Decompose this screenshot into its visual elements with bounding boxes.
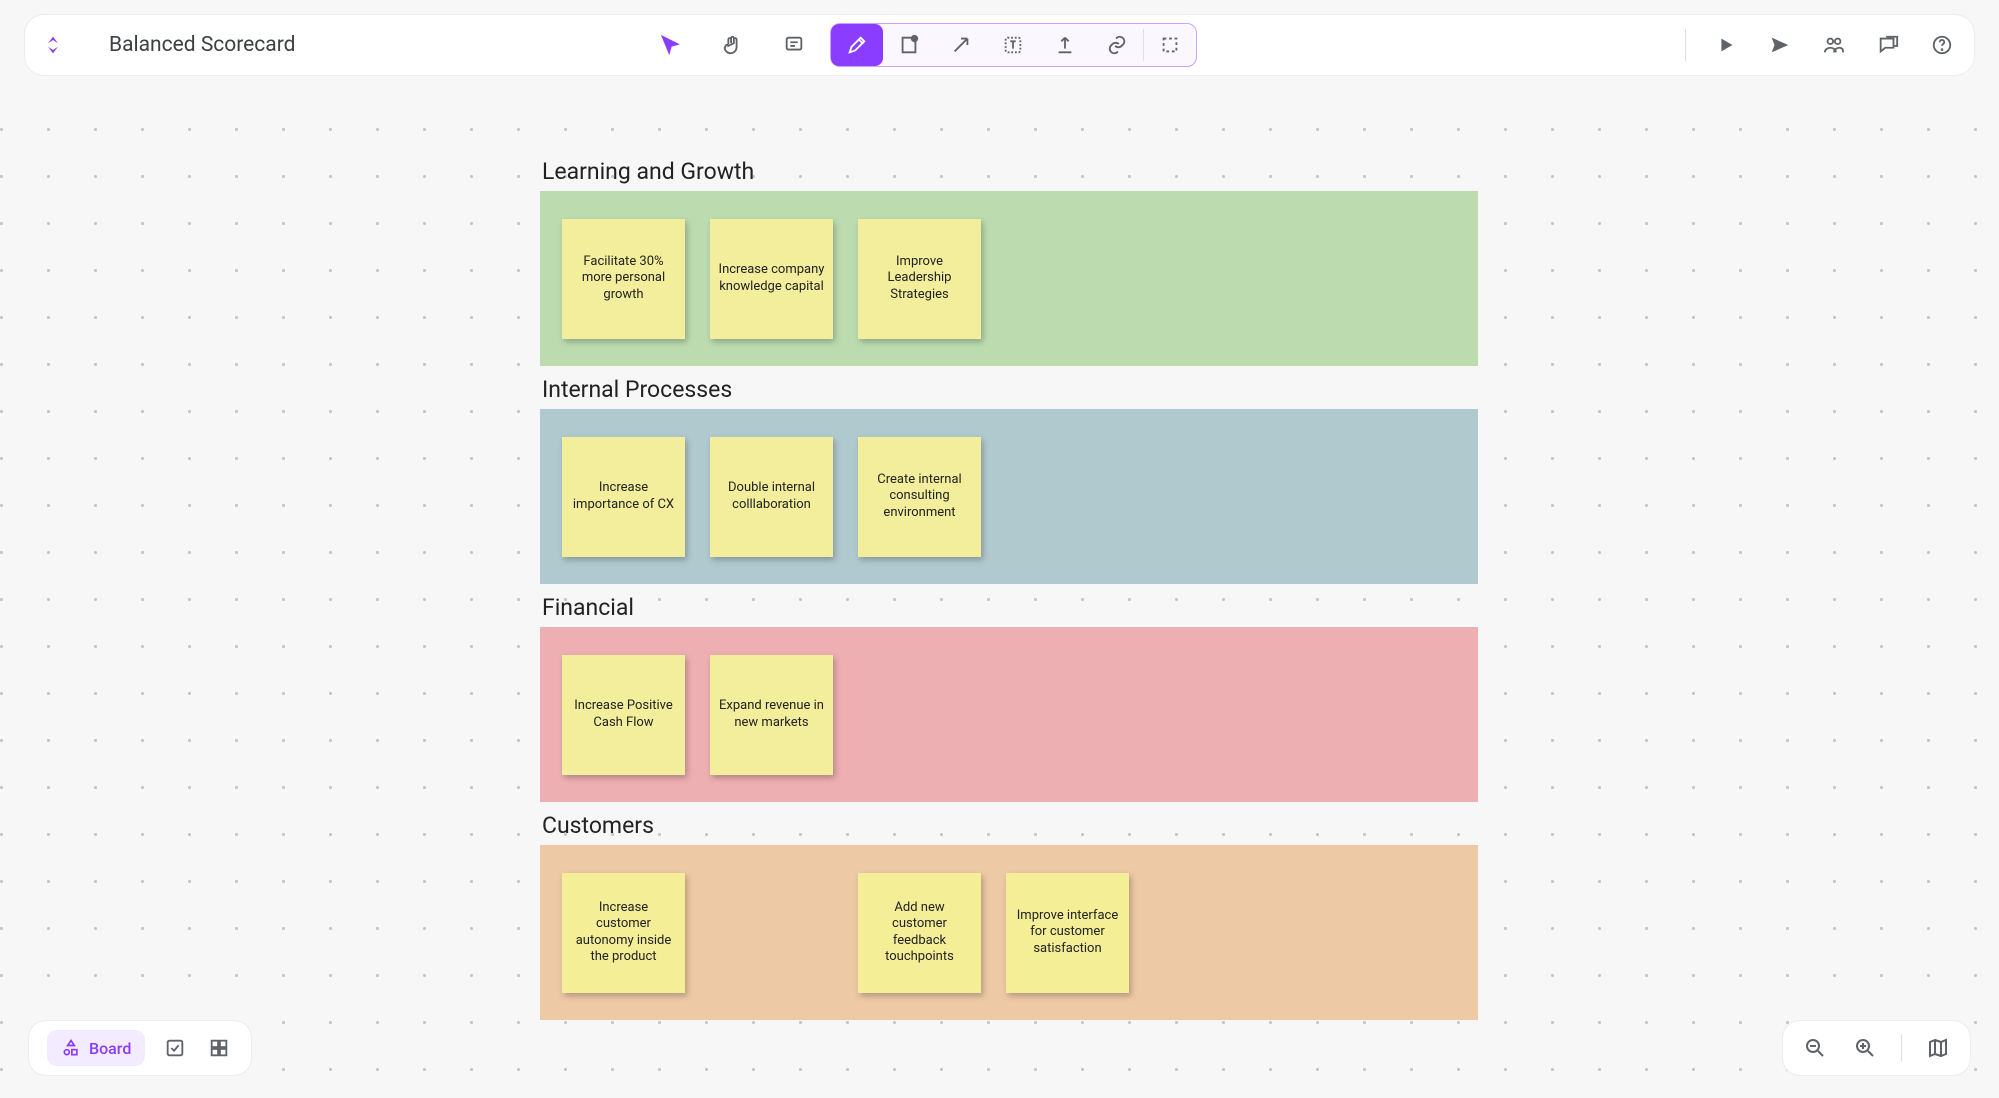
minimap-button[interactable]	[1924, 1034, 1952, 1062]
checklist-button[interactable]	[161, 1034, 189, 1062]
sticky-note[interactable]: Expand revenue in new markets	[710, 655, 833, 775]
upload-tool[interactable]	[1039, 24, 1091, 66]
zoom-in-button[interactable]	[1851, 1034, 1879, 1062]
share-button[interactable]	[1766, 24, 1794, 66]
divider	[1901, 1034, 1902, 1062]
lane-customers[interactable]: Increase customer autonomy inside the pr…	[540, 845, 1478, 1020]
divider	[1685, 29, 1686, 61]
sticky-note[interactable]: Add new customer feedback touchpoints	[858, 873, 981, 993]
section-title[interactable]: Internal Processes	[540, 372, 1478, 409]
help-button[interactable]	[1928, 24, 1956, 66]
sticky-note[interactable]: Improve interface for customer satisfact…	[1006, 873, 1129, 993]
sticky-note[interactable]: Increase customer autonomy inside the pr…	[562, 873, 685, 993]
marquee-tool[interactable]	[1144, 24, 1196, 66]
sticky-note[interactable]: Increase importance of CX	[562, 437, 685, 557]
sticky-note-tool[interactable]	[883, 24, 935, 66]
present-button[interactable]	[1712, 24, 1740, 66]
sticky-note[interactable]: Facilitate 30% more personal growth	[562, 219, 685, 339]
top-toolbar: Balanced Scorecard	[24, 14, 1975, 76]
canvas-viewport[interactable]: Learning and Growth Facilitate 30% more …	[0, 0, 1999, 1098]
sticky-note[interactable]: Increase Positive Cash Flow	[562, 655, 685, 775]
comment-tool[interactable]	[768, 24, 820, 66]
board-view-label: Board	[89, 1039, 131, 1058]
page-title[interactable]: Balanced Scorecard	[109, 33, 296, 57]
app-logo-icon[interactable]	[43, 35, 63, 55]
comments-panel-button[interactable]	[1874, 24, 1902, 66]
drawing-tools-group	[830, 23, 1197, 67]
section-title[interactable]: Learning and Growth	[540, 154, 1478, 191]
lane-financial[interactable]: Increase Positive Cash Flow Expand reven…	[540, 627, 1478, 802]
lane-learning-growth[interactable]: Facilitate 30% more personal growth Incr…	[540, 191, 1478, 366]
sticky-note[interactable]: Double internal colllaboration	[710, 437, 833, 557]
zoom-out-button[interactable]	[1801, 1034, 1829, 1062]
section-title[interactable]: Customers	[540, 808, 1478, 845]
lane-internal-processes[interactable]: Increase importance of CX Double interna…	[540, 409, 1478, 584]
canvas[interactable]: Learning and Growth Facilitate 30% more …	[0, 94, 1999, 1098]
tools-button[interactable]	[831, 24, 883, 66]
select-tool[interactable]	[644, 24, 696, 66]
bottom-left-toolbar: Board	[28, 1020, 252, 1076]
section-title[interactable]: Financial	[540, 590, 1478, 627]
sticky-note[interactable]: Increase company knowledge capital	[710, 219, 833, 339]
board-view-button[interactable]: Board	[47, 1030, 145, 1066]
text-tool[interactable]	[987, 24, 1039, 66]
bottom-right-toolbar	[1782, 1020, 1971, 1076]
sticky-note[interactable]: Improve Leadership Strategies	[858, 219, 981, 339]
shapes-icon	[61, 1038, 81, 1058]
grid-view-button[interactable]	[205, 1034, 233, 1062]
arrow-tool[interactable]	[935, 24, 987, 66]
collaborators-button[interactable]	[1820, 24, 1848, 66]
hand-tool[interactable]	[706, 24, 758, 66]
link-tool[interactable]	[1091, 24, 1143, 66]
scorecard-board: Learning and Growth Facilitate 30% more …	[540, 154, 1478, 1026]
sticky-note[interactable]: Create internal consulting environment	[858, 437, 981, 557]
